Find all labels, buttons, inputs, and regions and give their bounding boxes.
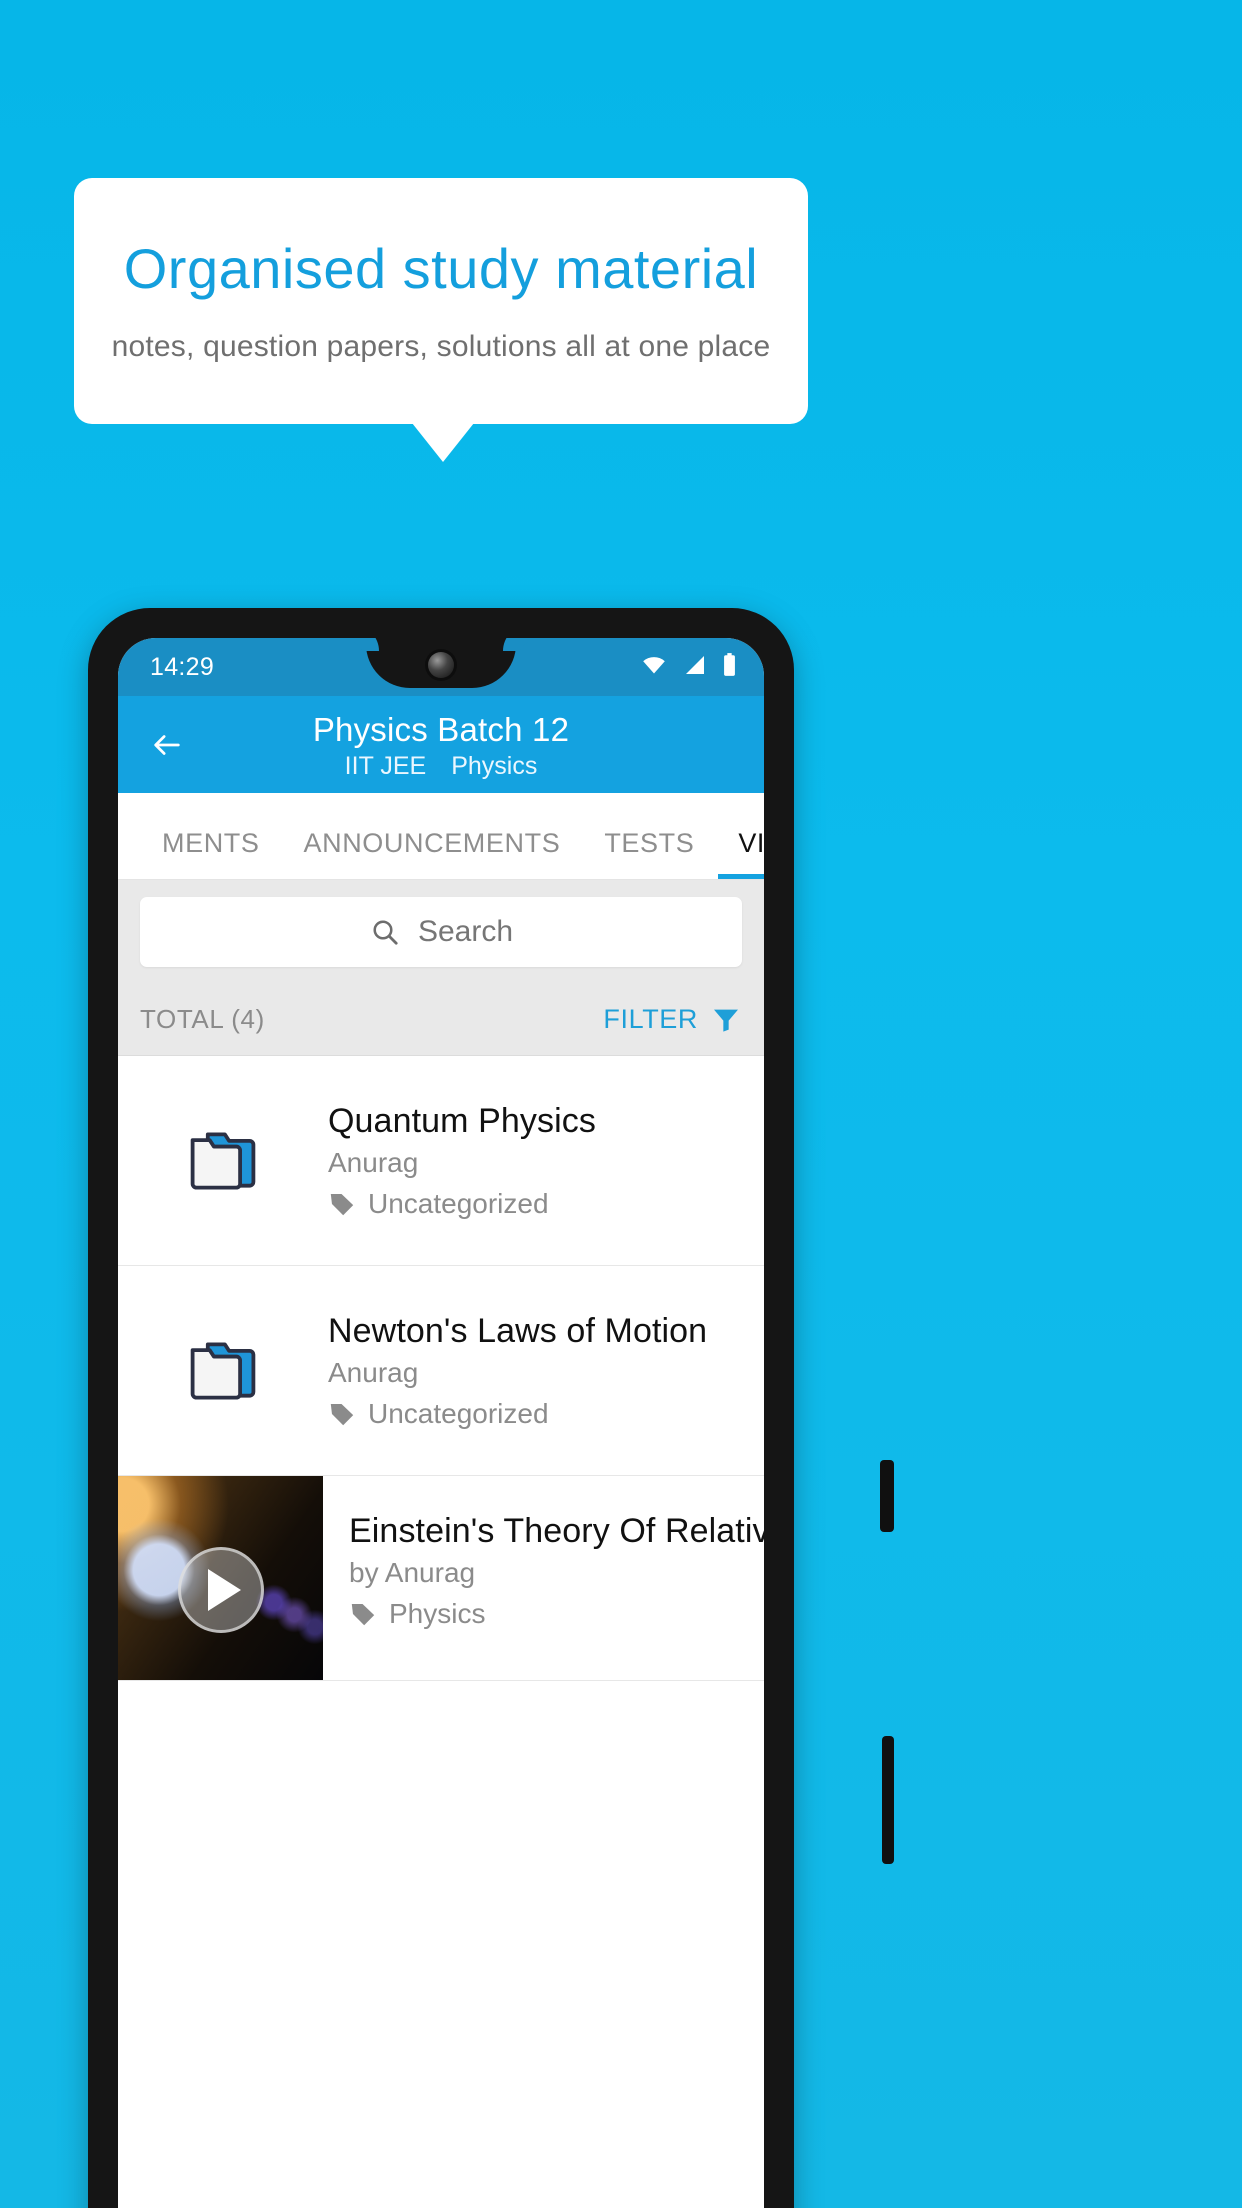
list-item-body: Einstein's Theory Of Relativity by Anura… — [323, 1476, 764, 1680]
list-item-title: Quantum Physics — [328, 1101, 596, 1140]
subtitle-exam: IIT JEE — [344, 751, 427, 780]
tag-icon — [330, 1403, 354, 1425]
callout-tail — [412, 423, 474, 462]
play-triangle — [208, 1569, 241, 1612]
total-count-label: TOTAL (4) — [140, 1003, 265, 1034]
promo-title: Organised study material — [123, 237, 759, 301]
subtitle-subject: Physics — [451, 751, 538, 780]
list-item[interactable]: Newton's Laws of Motion Anurag Uncategor… — [118, 1266, 764, 1476]
list-item-author: Anurag — [328, 1356, 419, 1388]
app-bar-titles: Physics Batch 12 IIT JEE Physics — [118, 709, 764, 781]
camera-notch — [366, 638, 516, 688]
tab-tests[interactable]: TESTS — [582, 828, 716, 879]
phone-mockup: 14:29 Physics Batch 12 IIT JEE Physics M… — [88, 608, 894, 2208]
filter-button[interactable]: FILTER — [603, 1003, 742, 1035]
arrow-left-icon — [154, 735, 180, 755]
list-item-tag-label: Uncategorized — [368, 1187, 549, 1219]
promo-screenshot: Organised study material notes, question… — [0, 0, 1242, 2208]
search-section: Search — [118, 880, 764, 983]
wifi-icon — [639, 653, 669, 682]
tag-icon — [351, 1603, 375, 1626]
list-item-tag: Uncategorized — [328, 1188, 748, 1220]
list-meta-row: TOTAL (4) FILTER — [118, 983, 764, 1056]
list-item-title: Einstein's Theory Of Relativity — [349, 1512, 764, 1550]
list-item-tag-label: Uncategorized — [368, 1397, 549, 1429]
folder-icon — [118, 1128, 328, 1194]
tab-announcements[interactable]: ANNOUNCEMENTS — [282, 828, 583, 879]
page-title: Physics Batch 12 — [312, 710, 570, 748]
list-item-author: by Anurag — [349, 1557, 476, 1588]
list-item-body: Quantum Physics Anurag Uncategorized — [328, 1102, 764, 1220]
promo-callout-card: Organised study material notes, question… — [74, 178, 808, 424]
phone-screen: 14:29 Physics Batch 12 IIT JEE Physics M… — [118, 638, 764, 2208]
app-bar: Physics Batch 12 IIT JEE Physics — [118, 696, 764, 793]
tab-assignments[interactable]: MENTS — [140, 828, 282, 879]
signal-icon — [682, 653, 708, 682]
filter-icon — [714, 1009, 738, 1032]
filter-label: FILTER — [603, 1003, 698, 1034]
search-placeholder: Search — [417, 915, 514, 948]
list-item[interactable]: Einstein's Theory Of Relativity by Anura… — [118, 1476, 764, 1681]
phone-power-button — [880, 1460, 894, 1532]
status-bar: 14:29 — [118, 638, 764, 696]
video-thumbnail[interactable] — [118, 1476, 323, 1680]
status-clock: 14:29 — [150, 652, 215, 681]
list-item-body: Newton's Laws of Motion Anurag Uncategor… — [328, 1312, 764, 1430]
list-item-author: Anurag — [328, 1146, 419, 1178]
search-icon — [373, 920, 398, 945]
list-item-tag-label: Physics — [389, 1598, 486, 1629]
phone-volume-button — [882, 1736, 894, 1864]
promo-subtitle: notes, question papers, solutions all at… — [111, 329, 771, 363]
tab-videos[interactable]: VIDEOS — [716, 828, 764, 879]
folder-icon — [118, 1338, 328, 1404]
back-button[interactable] — [144, 722, 190, 768]
battery-icon — [721, 652, 738, 683]
list-item-tag: Physics — [349, 1598, 764, 1630]
tab-bar: MENTS ANNOUNCEMENTS TESTS VIDEOS — [118, 793, 764, 880]
list-item-title: Newton's Laws of Motion — [328, 1311, 708, 1350]
list-item-tag: Uncategorized — [328, 1398, 748, 1430]
front-camera-icon — [428, 652, 454, 678]
search-input[interactable]: Search — [140, 897, 742, 967]
app-bar-subtitle: IIT JEE Physics — [345, 752, 538, 781]
play-icon[interactable] — [177, 1547, 264, 1634]
status-icon-group — [639, 652, 738, 683]
list-item[interactable]: Quantum Physics Anurag Uncategorized — [118, 1056, 764, 1266]
tag-icon — [330, 1193, 354, 1215]
